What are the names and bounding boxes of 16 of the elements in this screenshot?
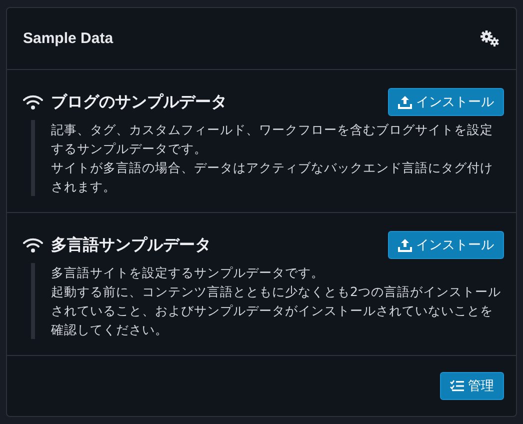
panel-title: Sample Data bbox=[23, 30, 114, 47]
checklist-icon bbox=[450, 380, 464, 392]
description-text: 多言語サイトを設定するサンプルデータです。 bbox=[51, 264, 325, 282]
upload-icon bbox=[398, 238, 412, 252]
manage-button[interactable]: 管理 bbox=[440, 372, 504, 400]
description-text: 記事、タグ、カスタムフィールド、ワークフローを含むブログサイトを設定するサンプルデータです。 bbox=[51, 121, 494, 158]
install-button[interactable]: インストール bbox=[388, 231, 504, 259]
wifi-icon bbox=[23, 94, 43, 110]
sample-title: 多言語サンプルデータ bbox=[51, 234, 211, 256]
settings-icon[interactable] bbox=[480, 30, 500, 47]
install-button[interactable]: インストール bbox=[388, 88, 504, 116]
sample-title: ブログのサンプルデータ bbox=[51, 92, 227, 112]
description-text: 起動する前に、コンテンツ言語とともに少なくとも2つの言語がインストールされていること、およびサンプルデータがインストールされていないことを確認してください。 bbox=[51, 283, 502, 339]
wifi-icon bbox=[23, 237, 43, 253]
description-text: サイトが多言語の場合、データはアクティブなバックエンド言語にタグ付けされます。 bbox=[51, 159, 494, 196]
upload-icon bbox=[398, 95, 412, 109]
